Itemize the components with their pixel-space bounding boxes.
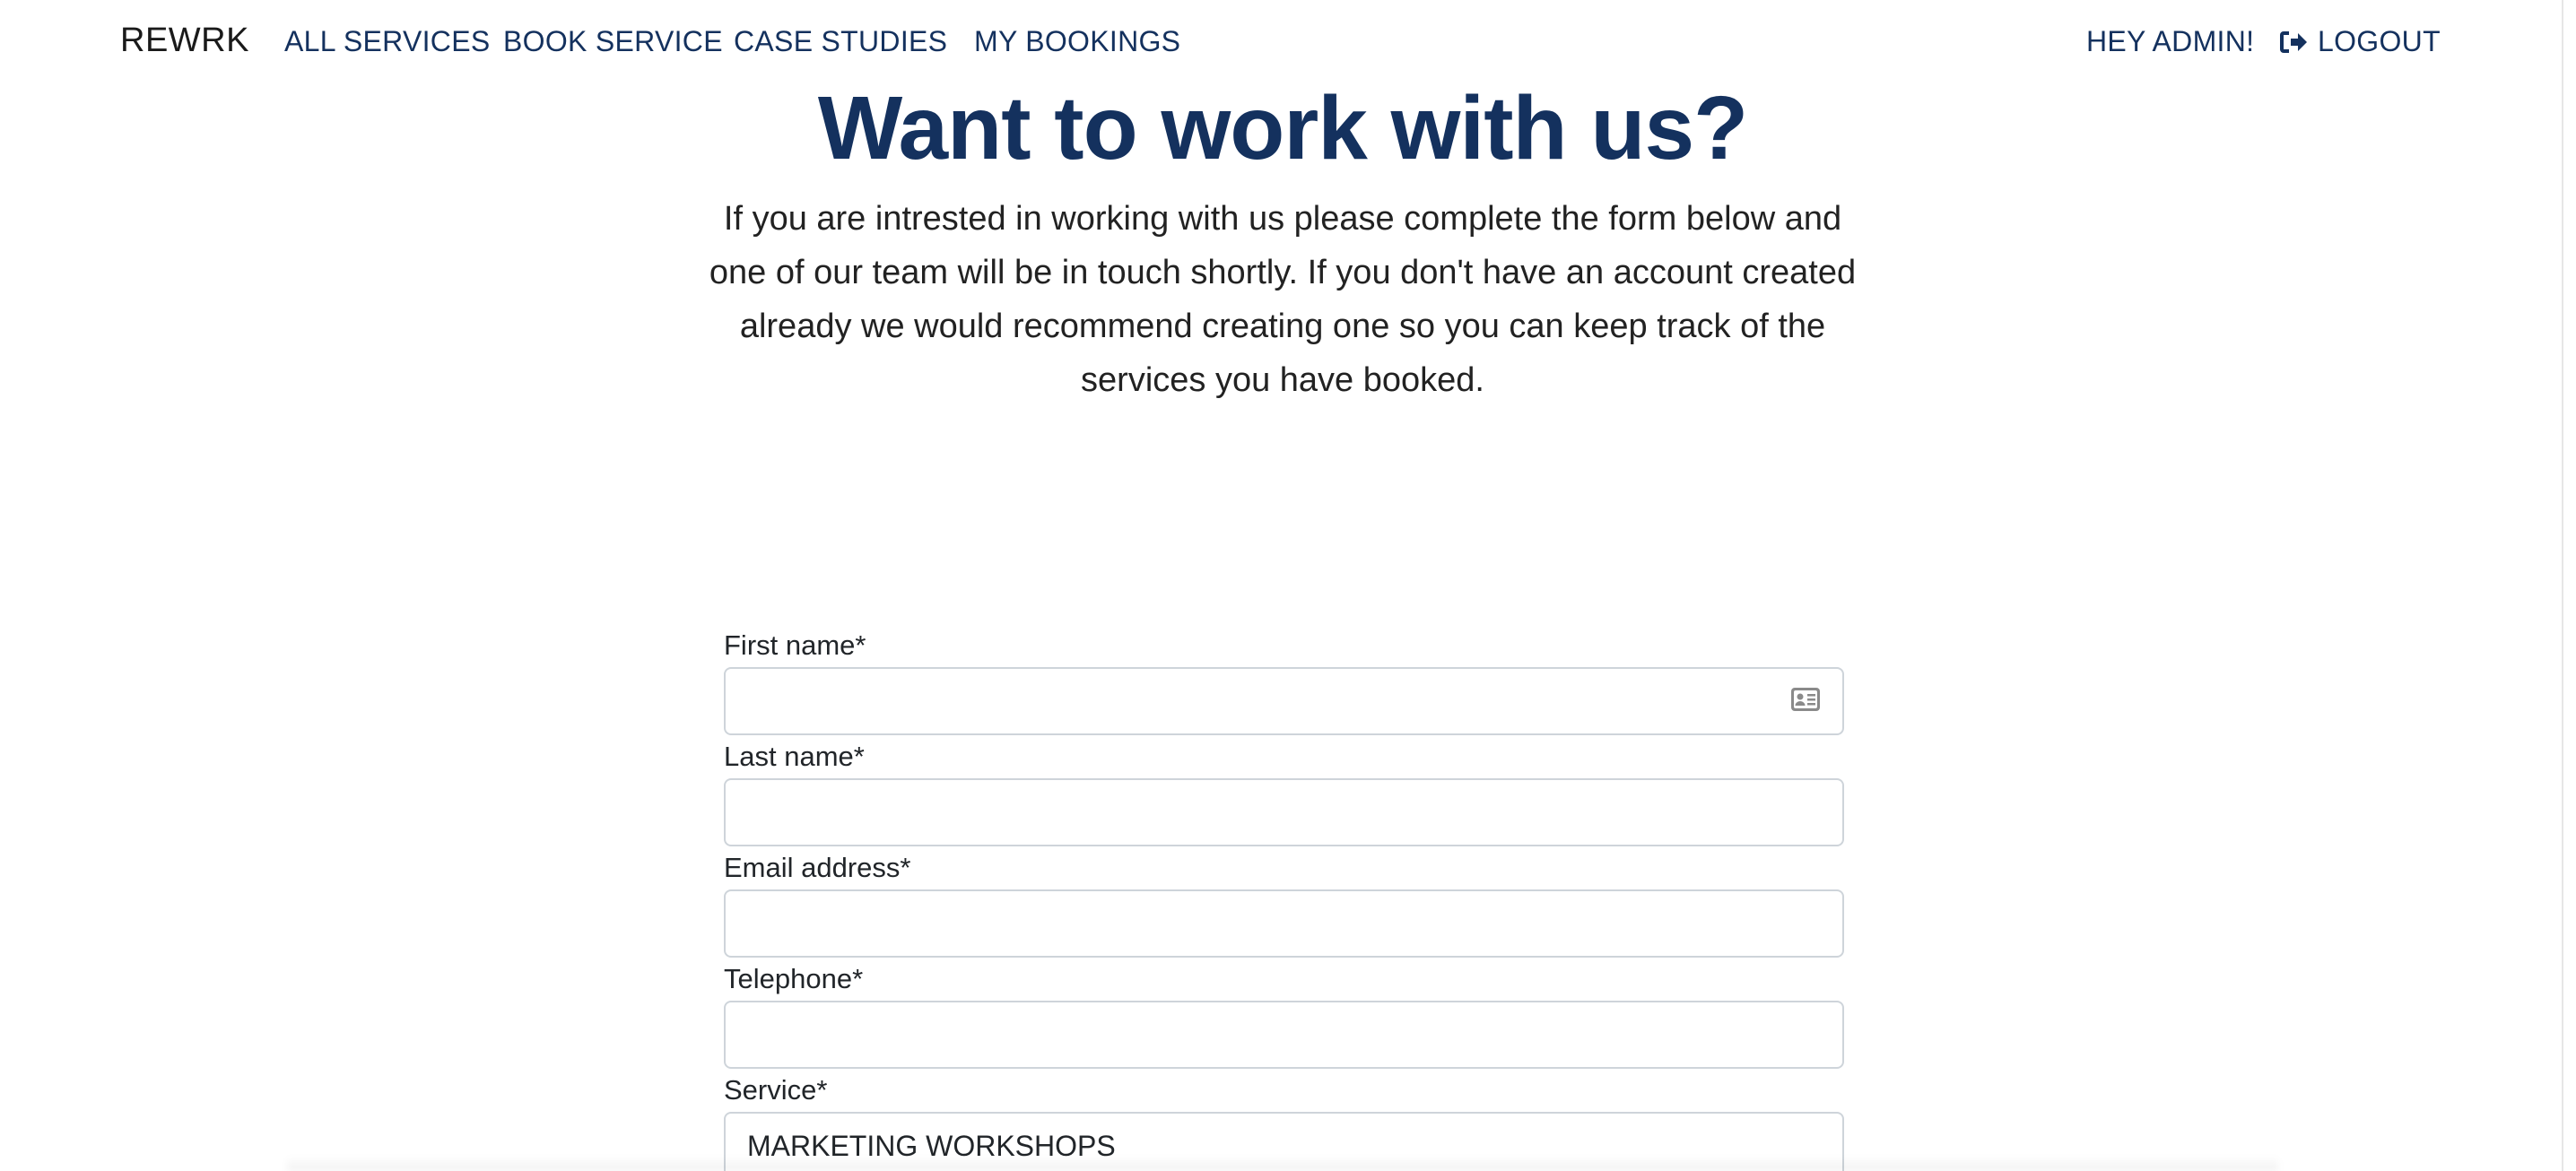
nav-user-greeting[interactable]: HEY ADMIN! [2086,25,2254,58]
nav-my-bookings[interactable]: MY BOOKINGS [974,25,1180,58]
service-label: Service* [724,1074,828,1106]
last-name-group: Last name* [724,735,1844,846]
nav-book-service[interactable]: BOOK SERVICE [503,25,723,58]
first-name-label: First name* [724,629,866,661]
first-name-wrap [724,667,1844,735]
bottom-shadow [287,1157,2278,1171]
telephone-label: Telephone* [724,963,864,994]
email-input[interactable] [724,889,1844,958]
sign-out-icon [2278,29,2309,56]
email-group: Email address* [724,846,1844,958]
nav-all-services[interactable]: ALL SERVICES [284,25,491,58]
page: REWRK ALL SERVICES BOOK SERVICE CASE STU… [0,0,2576,1171]
nav-case-studies[interactable]: CASE STUDIES [734,25,947,58]
last-name-label: Last name* [724,741,865,772]
telephone-group: Telephone* [724,958,1844,1069]
last-name-input[interactable] [724,778,1844,846]
navbar: REWRK ALL SERVICES BOOK SERVICE CASE STU… [0,0,2562,82]
service-group: Service* MARKETING WORKSHOPS [724,1069,1844,1171]
first-name-input[interactable] [724,667,1844,735]
contact-form: First name* Last name* Email address* Te… [724,624,1844,1171]
brand-logo[interactable]: REWRK [120,22,249,60]
logout-label: LOGOUT [2318,25,2441,57]
telephone-input[interactable] [724,1001,1844,1069]
scrollbar[interactable] [2562,0,2576,1171]
page-title: Want to work with us? [817,78,1748,178]
email-label: Email address* [724,852,911,883]
logout-link[interactable]: LOGOUT [2278,25,2441,58]
contact-card-icon[interactable] [1790,687,1821,712]
intro-text: If you are intrested in working with us … [709,200,1857,399]
first-name-group: First name* [724,624,1844,735]
